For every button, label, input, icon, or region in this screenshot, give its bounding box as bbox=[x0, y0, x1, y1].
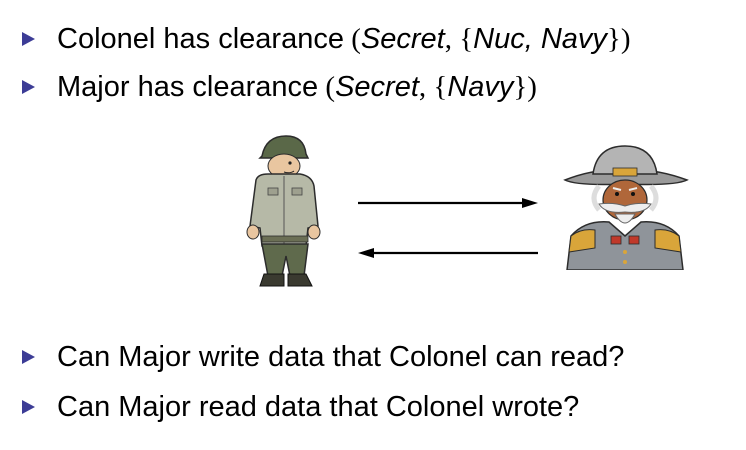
bullet-question-write: Can Major write data that Colonel can re… bbox=[22, 340, 624, 374]
separator: , { bbox=[444, 23, 474, 55]
left-arrowhead bbox=[358, 248, 374, 258]
triangle-bullet-icon bbox=[22, 80, 35, 94]
bullet-question-read: Can Major read data that Colonel wrote? bbox=[22, 390, 579, 424]
clearance-level: Secret bbox=[360, 23, 445, 55]
triangle-bullet-icon bbox=[22, 32, 35, 46]
open-paren: ( bbox=[318, 71, 336, 103]
close-brace-paren: }) bbox=[606, 23, 631, 55]
bullet-subject: Colonel has clearance bbox=[57, 23, 344, 55]
triangle-bullet-icon bbox=[22, 350, 35, 364]
general-cartoon-icon bbox=[555, 140, 695, 271]
right-arrowhead bbox=[522, 198, 538, 208]
exchange-arrows bbox=[350, 185, 550, 265]
clearance-categories: Navy bbox=[447, 71, 514, 103]
bullet-subject: Major has clearance bbox=[57, 71, 319, 103]
bullet-colonel-clearance: Colonel has clearance (Secret, {Nuc, Nav… bbox=[22, 22, 630, 56]
triangle-bullet-icon bbox=[22, 400, 35, 414]
soldier-cartoon-icon bbox=[238, 128, 333, 293]
separator: , { bbox=[418, 71, 448, 103]
close-brace-paren: }) bbox=[513, 71, 537, 103]
bullet-major-clearance: Major has clearance (Secret, {Navy}) bbox=[22, 70, 537, 104]
clearance-level: Secret bbox=[335, 71, 419, 103]
bullet-text: Can Major read data that Colonel wrote? bbox=[57, 391, 580, 423]
open-paren: ( bbox=[343, 23, 361, 55]
clearance-categories: Nuc, Navy bbox=[473, 23, 607, 55]
bullet-text: Can Major write data that Colonel can re… bbox=[57, 341, 625, 373]
